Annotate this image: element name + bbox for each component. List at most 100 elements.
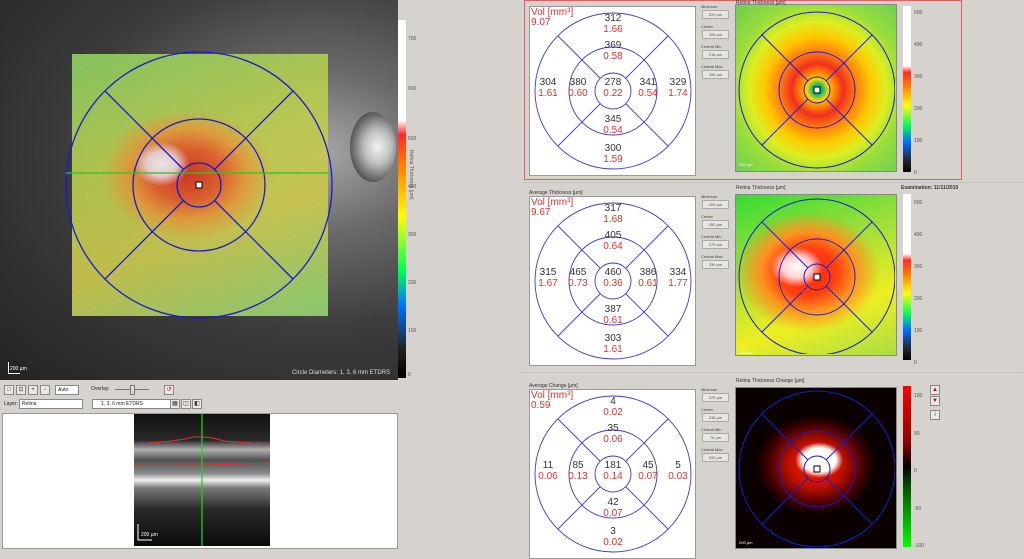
sector-thickness: 460 [604, 267, 622, 278]
stat-value: 293 µm [702, 453, 729, 462]
legend-tick: 400 [914, 42, 923, 48]
legend-top [903, 6, 911, 172]
zoom-out-icon[interactable]: − [40, 385, 50, 395]
legend-tick: -100 [914, 543, 925, 549]
stat-label: Center [701, 407, 714, 412]
sector-volume: 0.06 [603, 434, 623, 445]
overlay-slider-handle[interactable] [130, 385, 135, 395]
etdrs-chart[interactable]: Vol [mm³] 0.59 4 0.02 35 0.06 11 0.06 85 0.13 18… [529, 389, 696, 559]
stat-label: Central Max [701, 254, 723, 259]
reset-icon[interactable]: ↺ [164, 385, 174, 395]
sector-thickness: 405 [604, 230, 622, 241]
stat-label: Minimum [701, 4, 718, 9]
stat-label: Minimum [701, 194, 718, 199]
legend-tick: 600 [408, 86, 417, 92]
legend-tick: 200 [914, 106, 923, 112]
sector-volume: 0.02 [603, 537, 623, 548]
info-icon[interactable]: i [930, 410, 940, 420]
stat-label: Minimum [701, 387, 718, 392]
stat-label: Center [701, 214, 714, 219]
legend-tick: 200 [408, 280, 417, 286]
grid-select[interactable]: 1, 3, 6 mm ETDRS [92, 399, 174, 409]
legend-tick: 50 [914, 430, 920, 437]
legend-tick: 100 [408, 328, 417, 334]
legend-tick: 500 [914, 10, 923, 16]
legend-tick: 0 [914, 468, 917, 474]
view-alt-icon[interactable]: ◧ [192, 399, 202, 409]
layer-select[interactable]: Retina [19, 399, 83, 409]
sector-thickness: 42 [607, 497, 619, 508]
sector-thickness: 465 [569, 267, 587, 278]
stat-value: 339 µm [702, 260, 729, 269]
thumb-title: Retina Thickness [µm] [736, 0, 786, 6]
sector-thickness: 369 [604, 40, 622, 51]
legend-tick: 500 [914, 200, 923, 206]
sector-thickness: 329 [669, 77, 687, 88]
grid-icon[interactable]: ▦ [170, 399, 180, 409]
legend-tick: 100 [914, 328, 923, 334]
legend-label: Retina Thickness [µm] [408, 150, 414, 200]
thumb-scale-label: 200 µm [739, 350, 753, 355]
oct-bscan-image[interactable]: 200 µm [134, 414, 270, 546]
etdrs-chart[interactable]: Vol [mm³] 9.07 312 1.66 369 0.58 304 1.61 380 0… [529, 6, 696, 176]
stat-value: 229 µm [702, 10, 729, 19]
oct-bscan-panel: 200 µm [2, 413, 398, 549]
arrow-up-icon[interactable]: ▲ [930, 385, 940, 395]
view-icon[interactable]: ◫ [181, 399, 191, 409]
legend-tick: 200 [914, 296, 923, 302]
sector-thickness: 380 [569, 77, 587, 88]
sector-thickness: 278 [604, 77, 622, 88]
sector-outer-nasal: 5 0.03 [658, 460, 698, 482]
total-volume: 9.07 [531, 17, 551, 28]
legend-tick: 400 [914, 232, 923, 238]
stat-label: Center [701, 24, 714, 29]
sector-volume: 0.07 [603, 508, 623, 519]
etdrs-grid-overlay [65, 51, 333, 319]
sector-outer-inf: 300 1.59 [593, 143, 633, 165]
zoom-fit-button[interactable]: ⊡ [16, 385, 26, 395]
arrow-down-icon[interactable]: ▼ [930, 396, 940, 406]
sector-outer-sup: 4 0.02 [593, 396, 633, 418]
sector-inner-inf: 42 0.07 [593, 497, 633, 519]
sector-inner-temp: 465 0.73 [558, 267, 598, 289]
sector-inner-sup: 369 0.58 [593, 40, 633, 62]
sector-thickness: 181 [604, 460, 622, 471]
legend-tick: 0 [914, 360, 917, 366]
total-volume: 0.59 [531, 400, 551, 411]
legend-tick: 500 [408, 136, 417, 142]
sector-volume: 0.14 [603, 471, 623, 482]
stat-label: Central Min [701, 427, 722, 432]
stat-label: Central Min [701, 44, 722, 49]
sector-thickness: 317 [604, 203, 622, 214]
zoom-in-icon[interactable]: + [28, 385, 38, 395]
thumb-scale-label: 200 µm [739, 540, 753, 545]
legend-bottom [903, 386, 911, 547]
sector-volume: 1.66 [603, 24, 623, 35]
sector-volume: 0.54 [603, 125, 623, 136]
sector-volume: 0.64 [603, 241, 623, 252]
total-volume: 9.67 [531, 207, 551, 218]
sector-thickness: 300 [604, 143, 622, 154]
sector-volume: 1.74 [668, 88, 688, 99]
stat-value: 218 µm [702, 50, 729, 59]
sector-volume: 1.77 [668, 278, 688, 289]
zoom-select[interactable]: Auto [55, 385, 79, 395]
stat-value: 450 µm [702, 220, 729, 229]
thumb-title: Retina Thickness Change [µm] [736, 378, 805, 384]
etdrs-chart[interactable]: Vol [mm³] 9.67 317 1.68 405 0.64 315 1.67 465 0… [529, 196, 696, 366]
sector-outer-sup: 312 1.66 [593, 13, 633, 35]
fundus-image[interactable]: 200 µm Circle Diameters: 1, 3, 6 mm ETDR… [0, 0, 398, 380]
sector-volume: 1.61 [603, 344, 623, 355]
sector-outer-nasal: 329 1.74 [658, 77, 698, 99]
sector-volume: 1.68 [603, 214, 623, 225]
sector-inner-inf: 345 0.54 [593, 114, 633, 136]
exam-date: Examination: 11/11/2010 [901, 185, 959, 191]
overlay-label: Overlay: [91, 386, 110, 392]
tool-button[interactable]: □ [4, 385, 14, 395]
thumb-title: Retina Thickness [µm] [736, 185, 786, 191]
stat-label: Central Max [701, 447, 723, 452]
sector-center: 460 0.36 [593, 267, 633, 289]
sector-volume: 1.59 [603, 154, 623, 165]
stat-value: 76 µm [702, 433, 729, 442]
thumb-scale-label: 200 µm [739, 162, 753, 167]
